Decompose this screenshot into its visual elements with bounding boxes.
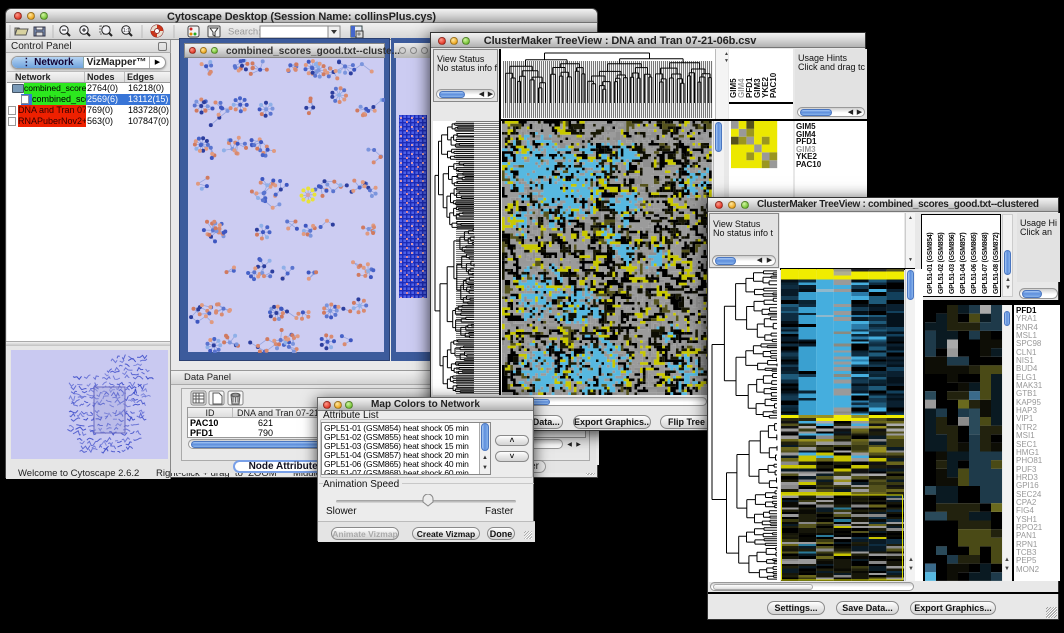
svg-text:Search:: Search: [228, 27, 261, 38]
